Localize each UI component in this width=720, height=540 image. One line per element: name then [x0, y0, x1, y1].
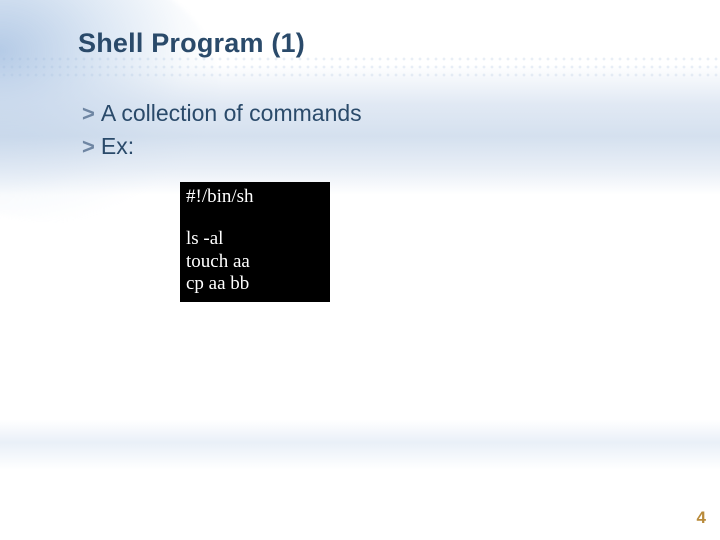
chevron-icon: >: [82, 99, 95, 129]
code-block: #!/bin/sh ls -al touch aa cp aa bb: [180, 182, 330, 302]
bullet-text: Ex:: [101, 131, 134, 162]
bullet-text: A collection of commands: [101, 98, 362, 129]
bullet-list: > A collection of commands > Ex:: [82, 98, 362, 164]
chevron-icon: >: [82, 132, 95, 162]
bullet-item: > Ex:: [82, 131, 362, 162]
slide: Shell Program (1) > A collection of comm…: [0, 0, 720, 540]
code-line: #!/bin/sh: [186, 186, 324, 209]
page-number: 4: [697, 508, 706, 528]
bg-lowband-art: [0, 420, 720, 470]
code-line: touch aa: [186, 251, 324, 274]
bullet-item: > A collection of commands: [82, 98, 362, 129]
code-line: cp aa bb: [186, 273, 324, 296]
slide-title: Shell Program (1): [78, 28, 305, 59]
code-blank-line: [186, 209, 324, 228]
code-line: ls -al: [186, 228, 324, 251]
